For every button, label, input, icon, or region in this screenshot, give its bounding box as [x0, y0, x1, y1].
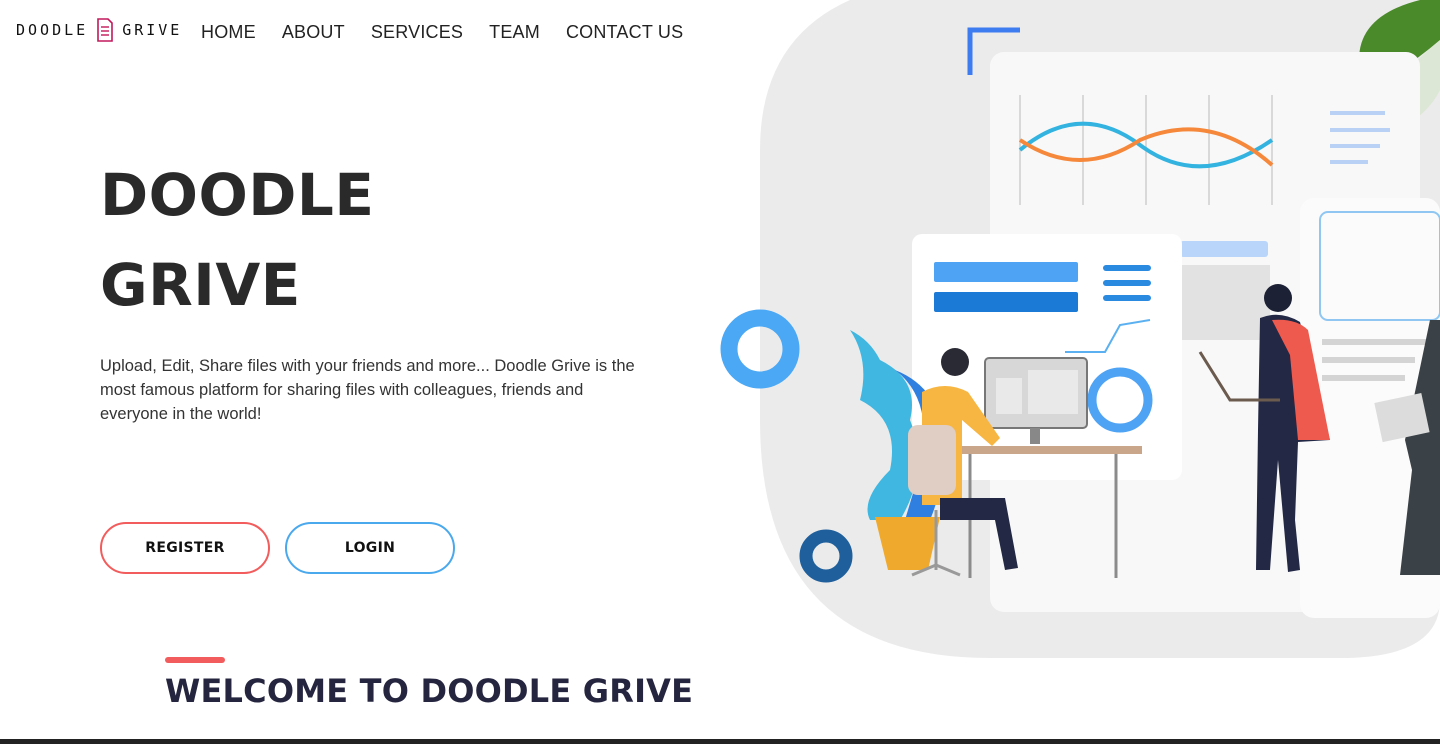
hero-title: DOODLE GRIVE: [100, 150, 374, 330]
welcome-title: WELCOME TO DOODLE GRIVE: [165, 672, 694, 710]
hero-title-line-2: GRIVE: [100, 251, 301, 319]
card-bar-1: [934, 262, 1078, 282]
panel-block-gray: [1180, 265, 1270, 340]
brand-name-right: GRIVE: [122, 21, 183, 39]
hero-description: Upload, Edit, Share files with your frie…: [100, 357, 635, 423]
bottom-strip: [0, 739, 1440, 744]
nav-item-team[interactable]: TEAM: [489, 22, 540, 43]
brand-logo[interactable]: DOODLE GRIVE: [16, 18, 182, 42]
hero-title-line-1: DOODLE: [100, 161, 375, 229]
brand-name-left: DOODLE: [16, 21, 89, 39]
hero-illustration: [720, 0, 1440, 658]
nav-item-about[interactable]: ABOUT: [282, 22, 345, 43]
card-bar-2: [934, 292, 1078, 312]
register-button[interactable]: REGISTER: [100, 522, 270, 574]
landing-page: DOODLE GRIVE HOME ABOUT SERVICES TEAM CO…: [0, 0, 1440, 744]
document-icon: [97, 18, 113, 42]
panel-bar-light: [1180, 241, 1268, 257]
nav-item-services[interactable]: SERVICES: [371, 22, 463, 43]
login-button[interactable]: LOGIN: [285, 522, 455, 574]
nav-item-contact-us[interactable]: CONTACT US: [566, 22, 683, 43]
welcome-accent-bar: [165, 657, 225, 663]
main-nav: HOME ABOUT SERVICES TEAM CONTACT US: [201, 22, 683, 43]
nav-item-home[interactable]: HOME: [201, 22, 256, 43]
